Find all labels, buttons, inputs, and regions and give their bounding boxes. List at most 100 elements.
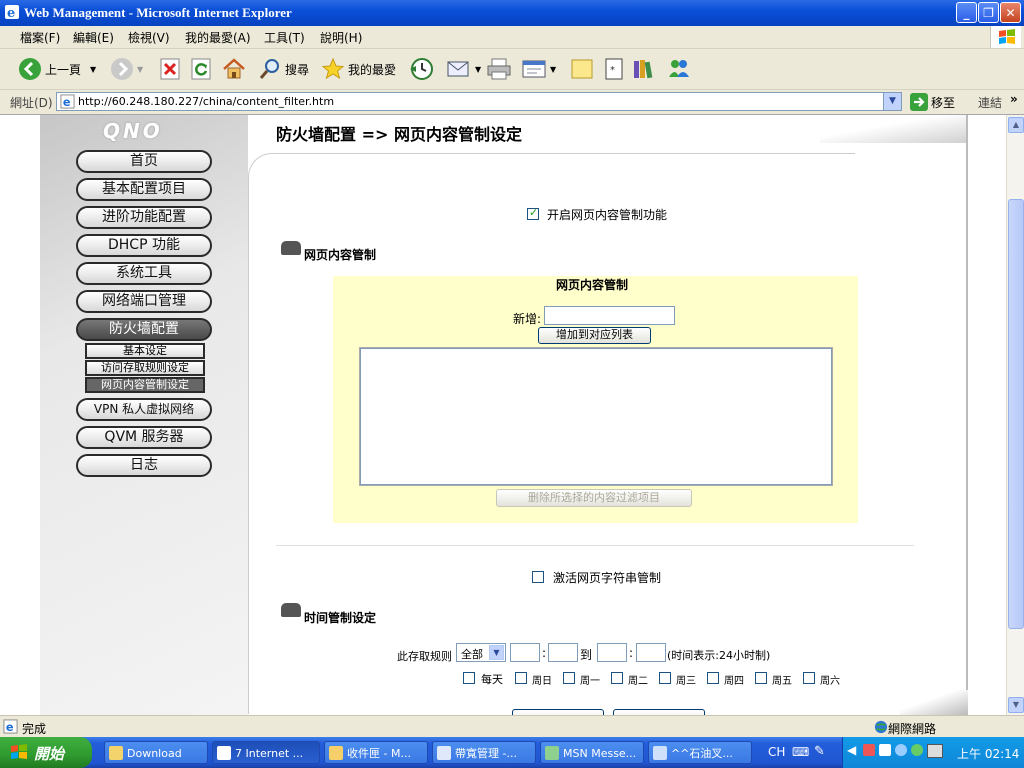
windows-logo xyxy=(990,26,1021,48)
menu-help[interactable]: 說明(H) xyxy=(320,29,362,46)
forward-button[interactable]: ▼ xyxy=(110,55,143,83)
tray-app-icon[interactable] xyxy=(895,744,907,756)
add-keyword-input[interactable] xyxy=(544,306,675,325)
add-label: 新增: xyxy=(513,312,542,326)
restore-icon: ❐ xyxy=(983,6,994,20)
research-button[interactable]: * xyxy=(603,55,625,83)
tray-app-icon[interactable] xyxy=(911,744,923,756)
keyboard-icon[interactable]: ⌨ xyxy=(792,745,809,759)
minimize-button[interactable]: _ xyxy=(956,2,977,23)
menu-edit[interactable]: 編輯(E) xyxy=(73,29,114,46)
language-indicator[interactable]: CH xyxy=(768,745,785,759)
nav-vpn[interactable]: VPN 私人虚拟网络 xyxy=(76,398,212,421)
tray-app-icon[interactable] xyxy=(863,744,875,756)
start-hour-input[interactable] xyxy=(510,643,540,662)
rule-select[interactable]: 全部 ▼ xyxy=(456,643,506,662)
taskbar-item-label: ^^石油叉... xyxy=(671,747,733,760)
msn-icon xyxy=(545,746,559,760)
menu-tools[interactable]: 工具(T) xyxy=(264,29,305,46)
clock[interactable]: 上午 02:14 xyxy=(957,745,1019,762)
tray-app-icon[interactable] xyxy=(879,744,891,756)
security-zone: 網際網路 xyxy=(888,722,937,736)
start-minute-input[interactable] xyxy=(548,643,578,662)
go-button[interactable]: 移至 xyxy=(910,93,955,111)
nav-log[interactable]: 日志 xyxy=(76,454,212,477)
page-right-margin xyxy=(968,115,1006,715)
mail-button[interactable]: ▼ xyxy=(446,55,481,83)
delete-selected-button[interactable]: 删除所选择的内容过滤项目 xyxy=(496,489,692,507)
address-dropdown-icon[interactable]: ▼ xyxy=(883,93,901,110)
nav-firewall[interactable]: 防火墙配置 xyxy=(76,318,212,341)
scroll-up-icon[interactable]: ▲ xyxy=(1008,117,1024,133)
taskbar-item-internet[interactable]: 7 Internet ... xyxy=(212,741,320,764)
page-done-icon: e xyxy=(3,719,18,734)
string-filter-checkbox[interactable] xyxy=(532,571,544,583)
taskbar-item-msn[interactable]: MSN Messe... xyxy=(540,741,644,764)
taskbar-item-label: 帶寬管理 -... xyxy=(455,747,517,760)
back-dropdown-icon[interactable]: ▼ xyxy=(90,65,96,74)
home-button[interactable] xyxy=(222,55,246,83)
restore-button[interactable]: ❐ xyxy=(978,2,999,23)
day-sat-checkbox[interactable] xyxy=(803,672,815,684)
print-button[interactable] xyxy=(486,55,512,83)
tray-expand-icon[interactable]: ◀ xyxy=(847,743,856,757)
enable-content-filter-checkbox[interactable] xyxy=(527,206,539,220)
nav-advanced-config[interactable]: 进阶功能配置 xyxy=(76,206,212,229)
day-fri-checkbox[interactable] xyxy=(755,672,767,684)
day-tue-checkbox[interactable] xyxy=(611,672,623,684)
menu-view[interactable]: 檢視(V) xyxy=(128,29,170,46)
nav-sub-basic[interactable]: 基本设定 xyxy=(85,343,205,359)
history-button[interactable] xyxy=(408,55,434,83)
nav-system-tools[interactable]: 系统工具 xyxy=(76,262,212,285)
nav-home[interactable]: 首页 xyxy=(76,150,212,173)
search-button[interactable]: 搜尋 xyxy=(258,55,309,83)
day-mon-checkbox[interactable] xyxy=(563,672,575,684)
messenger-button[interactable] xyxy=(666,55,692,83)
stop-icon xyxy=(160,58,180,80)
back-button[interactable]: 上一頁 ▼ xyxy=(18,55,96,83)
day-everyday-checkbox[interactable] xyxy=(463,672,475,684)
title-bar[interactable]: e Web Management - Microsoft Internet Ex… xyxy=(0,0,1024,26)
nav-qvm-server[interactable]: QVM 服务器 xyxy=(76,426,212,449)
filter-list-box[interactable] xyxy=(359,347,833,486)
nav-dhcp[interactable]: DHCP 功能 xyxy=(76,234,212,257)
media-button[interactable] xyxy=(632,55,656,83)
vertical-scrollbar[interactable]: ▲ ▼ xyxy=(1006,115,1024,715)
links-button[interactable]: 連結 xyxy=(978,94,1002,111)
edit-button[interactable]: ▼ xyxy=(521,55,556,83)
day-thu-checkbox[interactable] xyxy=(707,672,719,684)
favorites-button[interactable]: 我的最愛 xyxy=(321,55,396,83)
end-hour-input[interactable] xyxy=(597,643,627,662)
scroll-down-icon[interactable]: ▼ xyxy=(1008,697,1024,713)
nav-port-management[interactable]: 网络端口管理 xyxy=(76,290,212,313)
refresh-button[interactable] xyxy=(191,55,211,83)
day-sun-checkbox[interactable] xyxy=(515,672,527,684)
scroll-thumb[interactable] xyxy=(1008,199,1024,629)
address-bar: 網址(D) e http://60.248.180.227/china/cont… xyxy=(0,90,1024,115)
add-to-list-button[interactable]: 增加到对应列表 xyxy=(538,327,651,344)
nav-sub-content-filter[interactable]: 网页内容管制设定 xyxy=(85,377,205,393)
address-input[interactable]: e http://60.248.180.227/china/content_fi… xyxy=(56,92,902,111)
close-button[interactable]: ✕ xyxy=(1000,2,1021,23)
menu-file[interactable]: 檔案(F) xyxy=(20,29,60,46)
start-button[interactable]: 開始 xyxy=(0,737,92,768)
nav-sub-access-rules[interactable]: 访问存取规则设定 xyxy=(85,360,205,376)
back-label: 上一頁 xyxy=(45,62,82,77)
forward-dropdown-icon[interactable]: ▼ xyxy=(137,65,143,74)
end-minute-input[interactable] xyxy=(636,643,666,662)
network-icon[interactable] xyxy=(927,744,943,758)
pen-icon[interactable]: ✎ xyxy=(814,744,825,759)
nav-basic-config[interactable]: 基本配置项目 xyxy=(76,178,212,201)
mail-dropdown-icon[interactable]: ▼ xyxy=(475,65,481,74)
discuss-button[interactable] xyxy=(570,55,594,83)
refresh-icon xyxy=(191,58,211,80)
taskbar-item-inbox[interactable]: 收件匣 - M... xyxy=(324,741,428,764)
taskbar-item-download[interactable]: Download xyxy=(104,741,208,764)
chevron-right-icon[interactable]: » xyxy=(1010,92,1018,106)
taskbar-item-chat[interactable]: ^^石油叉... xyxy=(648,741,752,764)
taskbar-item-bandwidth[interactable]: 帶寬管理 -... xyxy=(432,741,536,764)
stop-button[interactable] xyxy=(160,55,180,83)
edit-dropdown-icon[interactable]: ▼ xyxy=(550,65,556,74)
day-wed-checkbox[interactable] xyxy=(659,672,671,684)
menu-favorites[interactable]: 我的最愛(A) xyxy=(185,29,251,46)
